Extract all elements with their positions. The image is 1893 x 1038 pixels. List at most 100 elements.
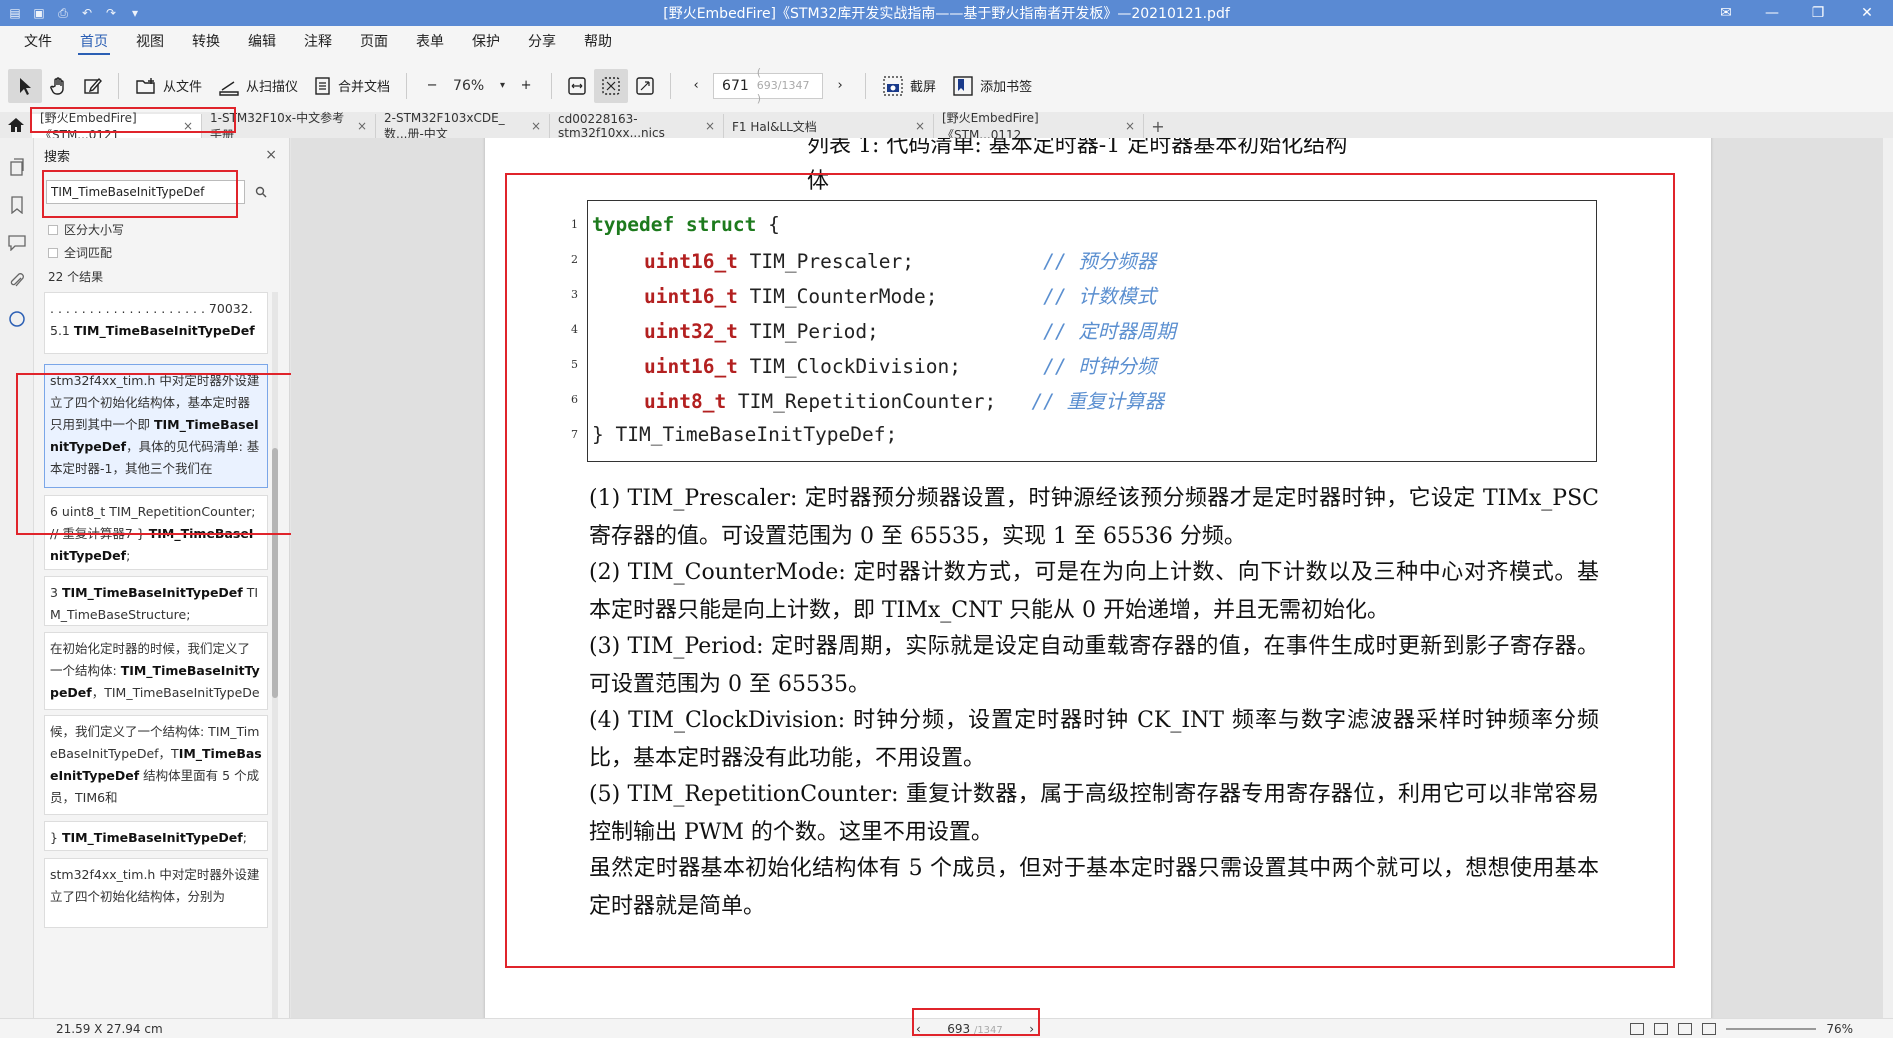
close-icon[interactable]: × <box>705 119 715 133</box>
bookmark-icon[interactable] <box>8 196 26 214</box>
menu-form[interactable]: 表单 <box>402 26 458 58</box>
hand-tool-button[interactable] <box>42 69 76 103</box>
page-total: ( 693/1347 ) <box>756 66 810 105</box>
menu-protect[interactable]: 保护 <box>458 26 514 58</box>
comment-icon[interactable] <box>8 234 26 252</box>
window-controls: ✉ — ❐ ✕ <box>1703 0 1893 26</box>
result-count: 22 个结果 <box>48 270 104 284</box>
add-bookmark-button[interactable]: 添加书签 <box>944 69 1040 103</box>
camera-icon <box>883 75 903 96</box>
title-bar: ▤ ▣ ⎙ ↶ ↷ ▾ [野火EmbedFire]《STM32库开发实战指南——… <box>0 0 1893 26</box>
match-case-label: 区分大小写 <box>64 223 125 237</box>
search-result-item[interactable]: . . . . . . . . . . . . . . . . . . . . … <box>44 292 268 354</box>
merge-document-icon <box>315 76 330 95</box>
search-result-item[interactable]: stm32f4xx_tim.h 中对定时器外设建立了四个初始化结构体，分别为 <box>44 858 268 928</box>
menu-view[interactable]: 视图 <box>122 26 178 58</box>
close-icon[interactable]: × <box>357 119 367 133</box>
close-icon[interactable]: × <box>531 119 541 133</box>
hand-icon <box>50 76 64 95</box>
close-icon[interactable]: × <box>915 119 925 133</box>
close-button[interactable]: ✕ <box>1841 0 1893 26</box>
zoom-out-button[interactable]: − <box>415 69 449 103</box>
menu-edit[interactable]: 编辑 <box>234 26 290 58</box>
two-page-view-icon[interactable] <box>1678 1022 1693 1035</box>
rotate-icon <box>636 76 654 95</box>
menu-page[interactable]: 页面 <box>346 26 402 58</box>
customize-dropdown-icon[interactable]: ▾ <box>128 6 142 20</box>
from-file-button[interactable]: 从文件 <box>127 69 210 103</box>
rotate-button[interactable] <box>628 69 662 103</box>
menu-comment[interactable]: 注释 <box>290 26 346 58</box>
toolbar-separator <box>118 72 119 99</box>
from-scanner-label: 从扫描仪 <box>246 80 299 95</box>
document-viewport[interactable]: 列表 1: 代码清单: 基本定时器-1 定时器基本初始化结构 体 1 typed… <box>291 138 1893 1018</box>
add-bookmark-label: 添加书签 <box>980 80 1033 95</box>
select-tool-button[interactable] <box>8 68 42 103</box>
continuous-view-icon[interactable] <box>1654 1022 1669 1035</box>
menu-help[interactable]: 帮助 <box>570 26 626 58</box>
from-file-label: 从文件 <box>163 80 203 95</box>
zoom-slider[interactable] <box>1726 1027 1817 1030</box>
redo-icon[interactable]: ↷ <box>104 6 118 20</box>
undo-icon[interactable]: ↶ <box>80 6 94 20</box>
merge-docs-label: 合并文档 <box>338 80 391 95</box>
match-case-checkbox[interactable] <box>48 224 58 235</box>
tab-doc-6[interactable]: [野火EmbedFire]《STM...0112 × <box>934 111 1144 142</box>
maximize-button[interactable]: ❐ <box>1795 0 1841 26</box>
window-title: [野火EmbedFire]《STM32库开发实战指南——基于野火指南者开发板》—… <box>663 6 1230 22</box>
zoom-in-button[interactable]: + <box>509 69 543 103</box>
pages-icon[interactable] <box>8 158 26 176</box>
screenshot-label: 截屏 <box>910 80 937 95</box>
status-zoom: 76% <box>1826 1021 1853 1036</box>
search-panel-header: 搜索 × <box>34 138 289 172</box>
close-icon[interactable]: × <box>265 147 277 163</box>
edit-pencil-icon <box>84 77 102 94</box>
tab-doc-5[interactable]: F1 Hal&LL文档 × <box>724 114 934 138</box>
merge-docs-button[interactable]: 合并文档 <box>306 69 398 103</box>
tab-label: 2-STM32F103xCDE_数...册-中文 <box>384 110 505 141</box>
search-panel-icon[interactable] <box>8 310 26 328</box>
chevron-right-icon: › <box>837 78 843 93</box>
page-number-input[interactable]: 671 ( 693/1347 ) <box>713 66 824 105</box>
search-result-item[interactable]: 候，我们定义了一个结构体: TIM_TimeBaseInitTypeDef，TI… <box>44 715 268 815</box>
minimize-button[interactable]: — <box>1749 0 1795 26</box>
menu-share[interactable]: 分享 <box>514 26 570 58</box>
search-result-item[interactable]: 在初始化定时器的时候，我们定义了一个结构体: TIM_TimeBaseInitT… <box>44 632 268 710</box>
new-tab-button[interactable]: + <box>1144 114 1172 138</box>
close-icon[interactable]: × <box>1125 119 1135 133</box>
prev-page-button[interactable]: ‹ <box>679 69 713 103</box>
home-tab[interactable] <box>0 112 32 138</box>
print-icon[interactable]: ⎙ <box>56 6 70 20</box>
right-scroll-strip[interactable] <box>1883 138 1893 1018</box>
tab-doc-3[interactable]: 2-STM32F103xCDE_数...册-中文 × <box>376 111 550 141</box>
chevron-down-icon: ▾ <box>500 80 506 91</box>
whole-word-label: 全词匹配 <box>64 246 113 260</box>
search-result-item[interactable]: } TIM_TimeBaseInitTypeDef; <box>44 821 268 851</box>
edit-tool-button[interactable] <box>76 69 110 103</box>
home-icon <box>8 118 24 132</box>
from-scanner-button[interactable]: 从扫描仪 <box>210 69 306 103</box>
two-page-continuous-icon[interactable] <box>1702 1022 1717 1035</box>
tab-doc-4[interactable]: cd00228163-stm32f10xx...nics × <box>550 112 724 140</box>
next-page-button[interactable]: › <box>823 69 857 103</box>
match-case-option[interactable]: 区分大小写 <box>48 221 124 238</box>
menu-file[interactable]: 文件 <box>10 26 66 58</box>
menu-home[interactable]: 首页 <box>66 26 122 58</box>
fit-width-button[interactable] <box>560 69 594 103</box>
fit-page-icon <box>602 76 620 95</box>
screenshot-button[interactable]: 截屏 <box>874 69 944 103</box>
single-page-view-icon[interactable] <box>1630 1022 1645 1035</box>
whole-word-checkbox[interactable] <box>48 247 58 258</box>
whole-word-option[interactable]: 全词匹配 <box>48 244 112 261</box>
fit-page-button[interactable] <box>594 68 629 103</box>
document-tabs: [野火EmbedFire]《STM...0121 × 1-STM32F10x-中文… <box>0 111 1893 142</box>
search-result-item[interactable]: 3 TIM_TimeBaseInitTypeDef TIM_TimeBaseSt… <box>44 576 268 626</box>
zoom-value: 76% <box>453 77 485 94</box>
bookmark-add-icon <box>953 75 973 96</box>
save-icon[interactable]: ▣ <box>32 6 46 20</box>
menu-convert[interactable]: 转换 <box>178 26 234 58</box>
attachment-icon[interactable] <box>8 272 26 290</box>
search-icon[interactable] <box>251 182 271 202</box>
message-icon[interactable]: ✉ <box>1703 0 1749 26</box>
zoom-select[interactable]: 76% ▾ <box>449 73 509 99</box>
